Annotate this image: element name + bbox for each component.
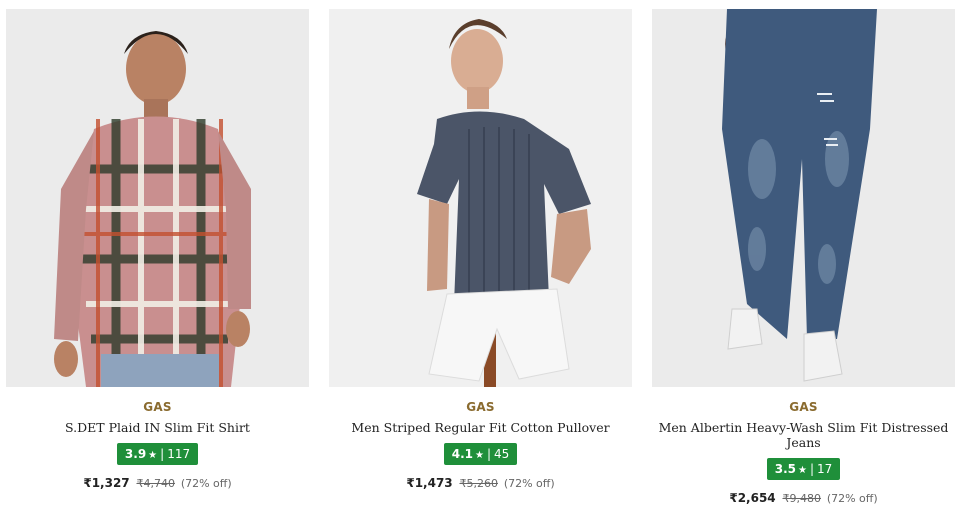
star-icon: ★ xyxy=(474,450,484,461)
product-name[interactable]: S.DET Plaid IN Slim Fit Shirt xyxy=(13,420,303,435)
product-image[interactable] xyxy=(652,9,955,387)
product-brand: GAS xyxy=(466,400,495,414)
plaid-shirt-model-photo xyxy=(6,9,309,387)
price-row: ₹2,654 ₹9,480 (72% off) xyxy=(652,491,955,505)
discount-label: (72% off) xyxy=(180,477,232,490)
product-image[interactable] xyxy=(6,9,309,387)
product-image[interactable] xyxy=(329,9,632,387)
discount-label: (72% off) xyxy=(503,477,555,490)
original-price: ₹4,740 xyxy=(136,477,175,490)
product-name[interactable]: Men Albertin Heavy-Wash Slim Fit Distres… xyxy=(659,420,949,450)
rating-separator: | xyxy=(160,447,165,461)
product-name[interactable]: Men Striped Regular Fit Cotton Pullover xyxy=(336,420,626,435)
rating-count: 17 xyxy=(817,462,833,476)
star-icon: ★ xyxy=(148,450,158,461)
rating-value: 4.1 xyxy=(451,447,473,461)
rating-badge: 3.5 ★ | 17 xyxy=(766,458,841,480)
original-price: ₹5,260 xyxy=(459,477,498,490)
discount-label: (72% off) xyxy=(826,492,878,505)
current-price: ₹1,473 xyxy=(406,476,453,490)
rating-value: 3.5 xyxy=(774,462,796,476)
current-price: ₹2,654 xyxy=(729,491,776,505)
product-card[interactable]: GAS Men Albertin Heavy-Wash Slim Fit Dis… xyxy=(652,9,955,505)
rating-count: 45 xyxy=(494,447,510,461)
product-card[interactable]: GAS Men Striped Regular Fit Cotton Pullo… xyxy=(329,9,632,490)
product-card[interactable]: GAS S.DET Plaid IN Slim Fit Shirt 3.9 ★ | 1… xyxy=(6,9,309,490)
rating-separator: | xyxy=(486,447,491,461)
rating-count: 117 xyxy=(167,447,191,461)
product-brand: GAS xyxy=(143,400,172,414)
distressed-jeans-model-photo xyxy=(652,9,955,387)
rating-badge: 4.1 ★ | 45 xyxy=(443,443,518,465)
rating-separator: | xyxy=(809,462,814,476)
current-price: ₹1,327 xyxy=(83,476,130,490)
star-icon: ★ xyxy=(797,465,807,476)
price-row: ₹1,327 ₹4,740 (72% off) xyxy=(6,476,309,490)
rating-badge: 3.9 ★ | 117 xyxy=(116,443,199,465)
striped-pullover-model-photo xyxy=(329,9,632,387)
product-brand: GAS xyxy=(789,400,818,414)
original-price: ₹9,480 xyxy=(782,492,821,505)
rating-value: 3.9 xyxy=(124,447,147,461)
price-row: ₹1,473 ₹5,260 (72% off) xyxy=(329,476,632,490)
